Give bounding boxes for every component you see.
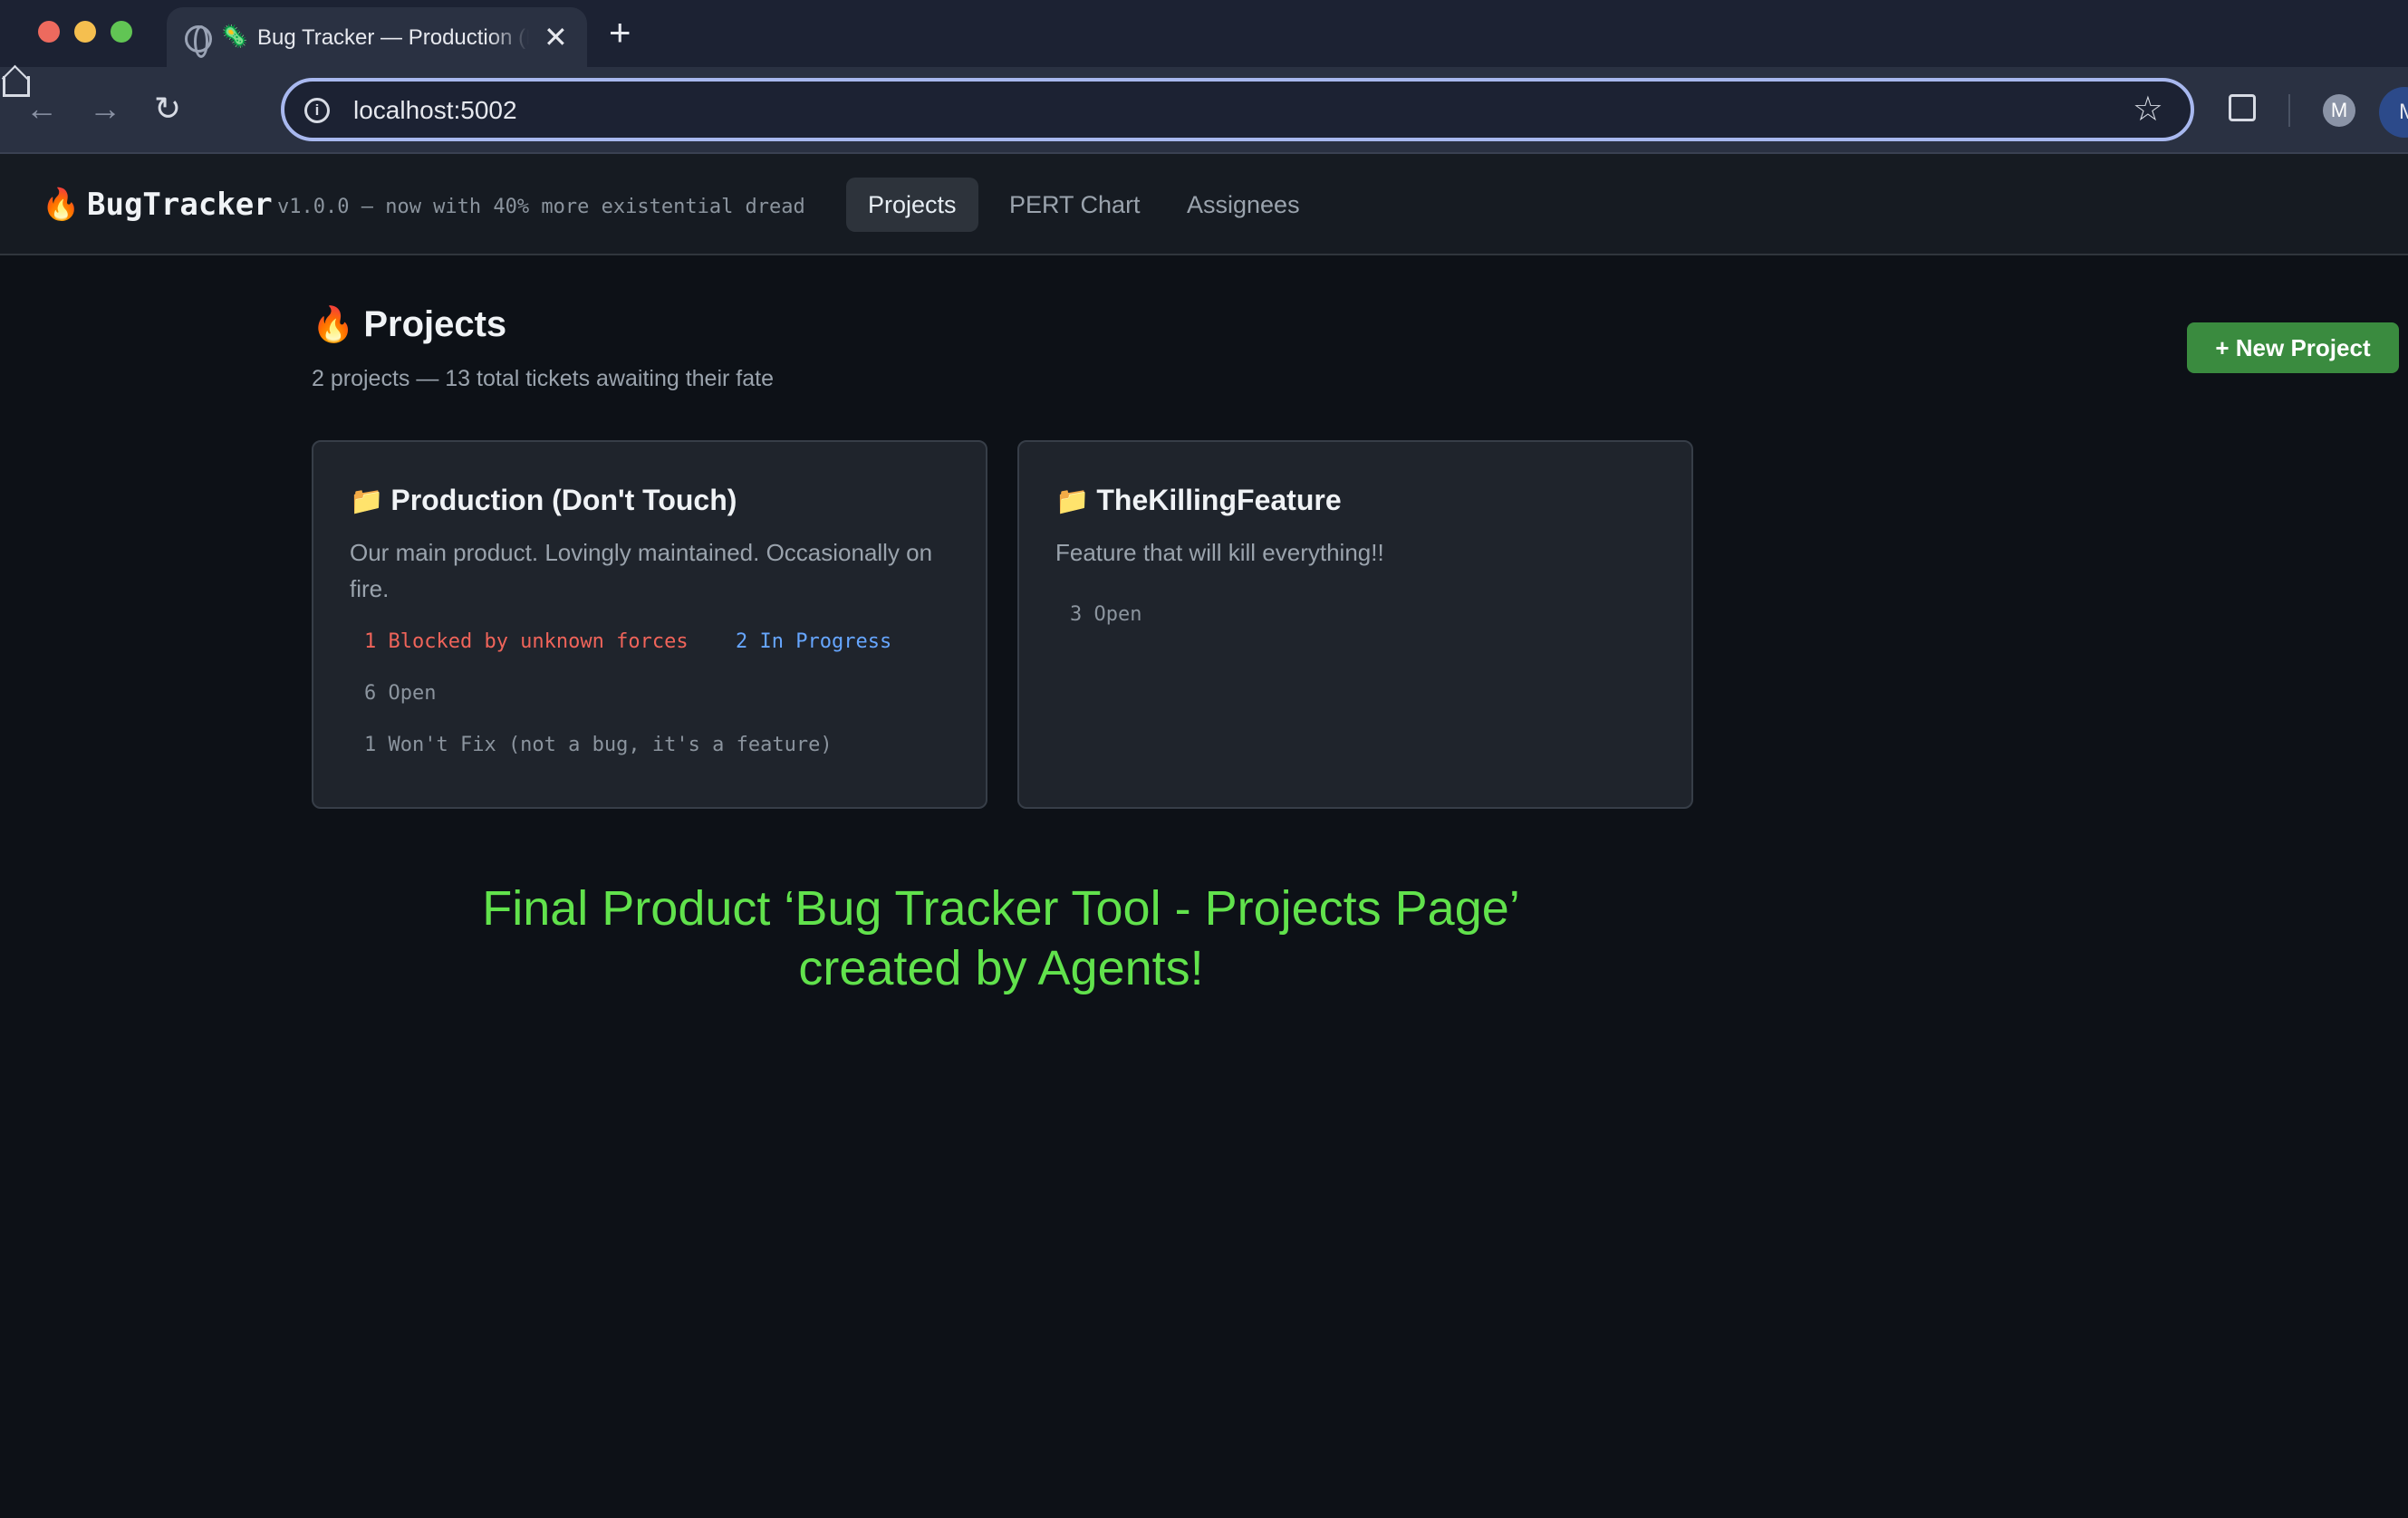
page-title: 🔥 Projects xyxy=(312,304,506,345)
page-subtitle: 2 projects — 13 total tickets awaiting t… xyxy=(312,366,774,391)
nav-tab-pert-chart[interactable]: PERT Chart xyxy=(987,178,1162,232)
caption-line-1: Final Product ‘Bug Tracker Tool - Projec… xyxy=(482,881,1520,936)
browser-toolbar: ← → ↻ i localhost:5002 ☆ M M xyxy=(0,67,2408,154)
tab-favicon-icon: 🦠 xyxy=(221,24,248,49)
project-card-production[interactable]: 📁 Production (Don't Touch) Our main produ… xyxy=(312,440,987,809)
project-description: Our main product. Lovingly maintained. O… xyxy=(350,539,933,602)
window-zoom-button[interactable] xyxy=(111,21,132,43)
app-header: 🔥 BugTracker v1.0.0 — now with 40% more … xyxy=(0,154,2408,255)
project-name: Production (Don't Touch) xyxy=(390,484,737,516)
stat-blocked: 1 Blocked by unknown forces xyxy=(364,630,689,653)
project-card-thekillingfeature[interactable]: 📁 TheKillingFeature Feature that will kil… xyxy=(1017,440,1693,809)
puzzle-icon[interactable] xyxy=(2229,94,2256,121)
profile-avatar[interactable]: M xyxy=(2323,94,2355,127)
project-title[interactable]: 📁 TheKillingFeature xyxy=(1055,484,1342,517)
project-title[interactable]: 📁 Production (Don't Touch) xyxy=(350,484,737,517)
tab-title: Bug Tracker — Production (Don't Touch) xyxy=(257,25,529,50)
star-icon[interactable]: ☆ xyxy=(2133,89,2163,130)
stat-open: 6 Open xyxy=(364,682,437,705)
window-minimize-button[interactable] xyxy=(74,21,96,43)
caption-line-2: created by Agents! xyxy=(798,941,1204,995)
nav-tab-projects[interactable]: Projects xyxy=(846,178,978,232)
project-name: TheKillingFeature xyxy=(1096,484,1342,516)
stat-wont-fix: 1 Won't Fix (not a bug, it's a feature) xyxy=(364,734,833,756)
info-icon[interactable]: i xyxy=(304,98,330,123)
url-text[interactable]: localhost:5002 xyxy=(353,96,517,125)
new-tab-plus-icon[interactable]: + xyxy=(609,11,631,54)
browser-tab-strip: 🦠 Bug Tracker — Production (Don't Touch)… xyxy=(0,0,2408,67)
fire-icon: 🔥 xyxy=(42,187,81,222)
stat-in-progress: 2 In Progress xyxy=(736,630,892,653)
profile-avatar-secondary[interactable]: M xyxy=(2379,87,2408,138)
browser-tab[interactable]: 🦠 Bug Tracker — Production (Don't Touch)… xyxy=(167,7,587,67)
window-close-button[interactable] xyxy=(38,21,60,43)
fire-icon: 🔥 xyxy=(312,306,355,344)
new-project-button[interactable]: + New Project xyxy=(2187,322,2399,373)
stat-open: 3 Open xyxy=(1070,603,1142,626)
brand-tagline: v1.0.0 — now with 40% more existential d… xyxy=(277,196,805,218)
page-title-text: Projects xyxy=(363,304,507,344)
globe-icon xyxy=(185,25,212,58)
forward-arrow-icon[interactable]: → xyxy=(89,91,121,127)
close-tab-icon[interactable]: ✕ xyxy=(544,20,568,54)
brand-name[interactable]: BugTracker xyxy=(87,187,273,223)
overlay-caption: Final Product ‘Bug Tracker Tool - Projec… xyxy=(435,879,1567,998)
project-description: Feature that will kill everything!! xyxy=(1055,539,1384,566)
folder-icon: 📁 xyxy=(350,486,384,516)
reload-icon[interactable]: ↻ xyxy=(154,91,181,127)
toolbar-divider xyxy=(2288,94,2290,127)
address-bar[interactable]: i localhost:5002 ☆ xyxy=(281,78,2194,141)
nav-tab-assignees[interactable]: Assignees xyxy=(1165,178,1322,232)
back-arrow-icon[interactable]: ← xyxy=(25,91,58,127)
folder-icon: 📁 xyxy=(1055,486,1090,516)
